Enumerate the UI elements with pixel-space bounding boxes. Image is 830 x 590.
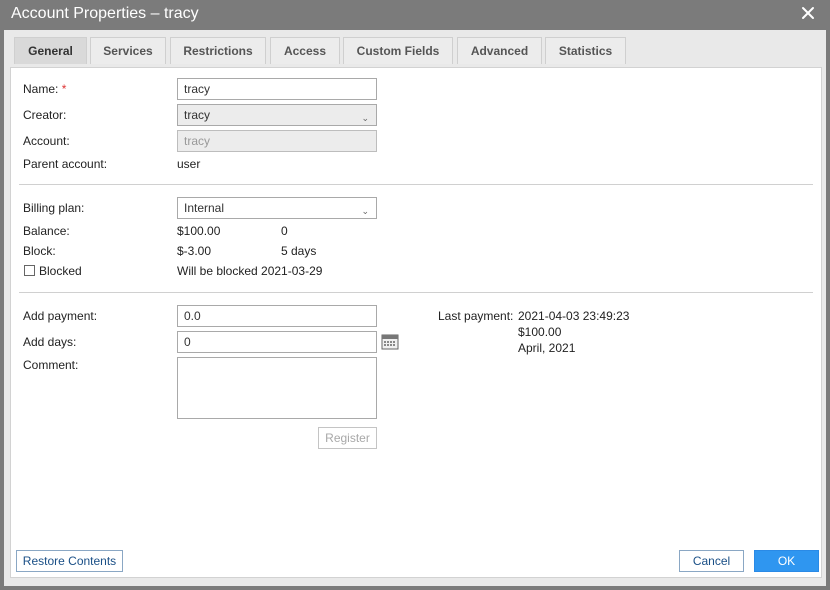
close-icon[interactable] (800, 5, 816, 21)
creator-label: Creator: (23, 108, 67, 122)
calendar-icon[interactable] (381, 334, 399, 350)
dialog-body: General Services Restrictions Access Cus… (4, 30, 826, 586)
chevron-down-icon: ⌄ (361, 113, 369, 123)
last-payment-date: 2021-04-03 23:49:23 (518, 309, 630, 323)
cancel-button[interactable]: Cancel (679, 550, 744, 572)
block-label: Block: (23, 244, 56, 258)
divider (19, 184, 813, 185)
ok-button[interactable]: OK (754, 550, 819, 572)
add-days-input[interactable]: 0 (177, 331, 377, 353)
title-bar: Account Properties – tracy (0, 0, 830, 30)
add-payment-input[interactable]: 0.0 (177, 305, 377, 327)
required-marker: * (61, 82, 67, 96)
divider (19, 292, 813, 293)
block-days: 5 days (281, 244, 317, 258)
blocked-label: Blocked (39, 264, 82, 278)
tab-services[interactable]: Services (90, 37, 166, 64)
creator-select[interactable]: tracy ⌄ (177, 104, 377, 126)
tab-access[interactable]: Access (270, 37, 340, 64)
tab-restrictions[interactable]: Restrictions (170, 37, 266, 64)
tab-general[interactable]: General (14, 37, 87, 64)
comment-textarea[interactable] (177, 357, 377, 419)
tab-statistics[interactable]: Statistics (545, 37, 626, 64)
balance-label: Balance: (23, 224, 70, 238)
last-payment-amount: $100.00 (518, 325, 562, 339)
general-panel: Name: * tracy Creator: tracy ⌄ Account: … (10, 67, 822, 578)
billing-plan-label: Billing plan: (23, 201, 85, 215)
blocked-checkbox[interactable] (24, 265, 35, 276)
add-payment-label: Add payment: (23, 309, 98, 323)
billing-plan-select[interactable]: Internal ⌄ (177, 197, 377, 219)
account-properties-dialog: Account Properties – tracy General Servi… (0, 0, 830, 590)
add-days-label: Add days: (23, 335, 77, 349)
block-value: $-3.00 (177, 244, 212, 258)
balance-extra: 0 (281, 224, 288, 238)
last-payment-label: Last payment: (438, 309, 514, 323)
account-label: Account: (23, 134, 70, 148)
comment-label: Comment: (23, 358, 79, 372)
last-payment-period: April, 2021 (518, 341, 576, 355)
parent-account-label: Parent account: (23, 157, 108, 171)
window-title: Account Properties – tracy (11, 5, 199, 22)
restore-contents-button[interactable]: Restore Contents (16, 550, 123, 572)
billing-plan-value: Internal (184, 201, 225, 215)
creator-value: tracy (184, 108, 211, 122)
parent-account-value: user (177, 157, 201, 171)
account-input: tracy (177, 130, 377, 152)
name-label: Name: * (23, 82, 67, 96)
tab-custom-fields[interactable]: Custom Fields (343, 37, 453, 64)
tab-advanced[interactable]: Advanced (457, 37, 542, 64)
chevron-down-icon: ⌄ (361, 206, 369, 216)
balance-value: $100.00 (177, 224, 221, 238)
name-input[interactable]: tracy (177, 78, 377, 100)
blocked-note: Will be blocked 2021-03-29 (177, 264, 323, 278)
register-button[interactable]: Register (318, 427, 377, 449)
